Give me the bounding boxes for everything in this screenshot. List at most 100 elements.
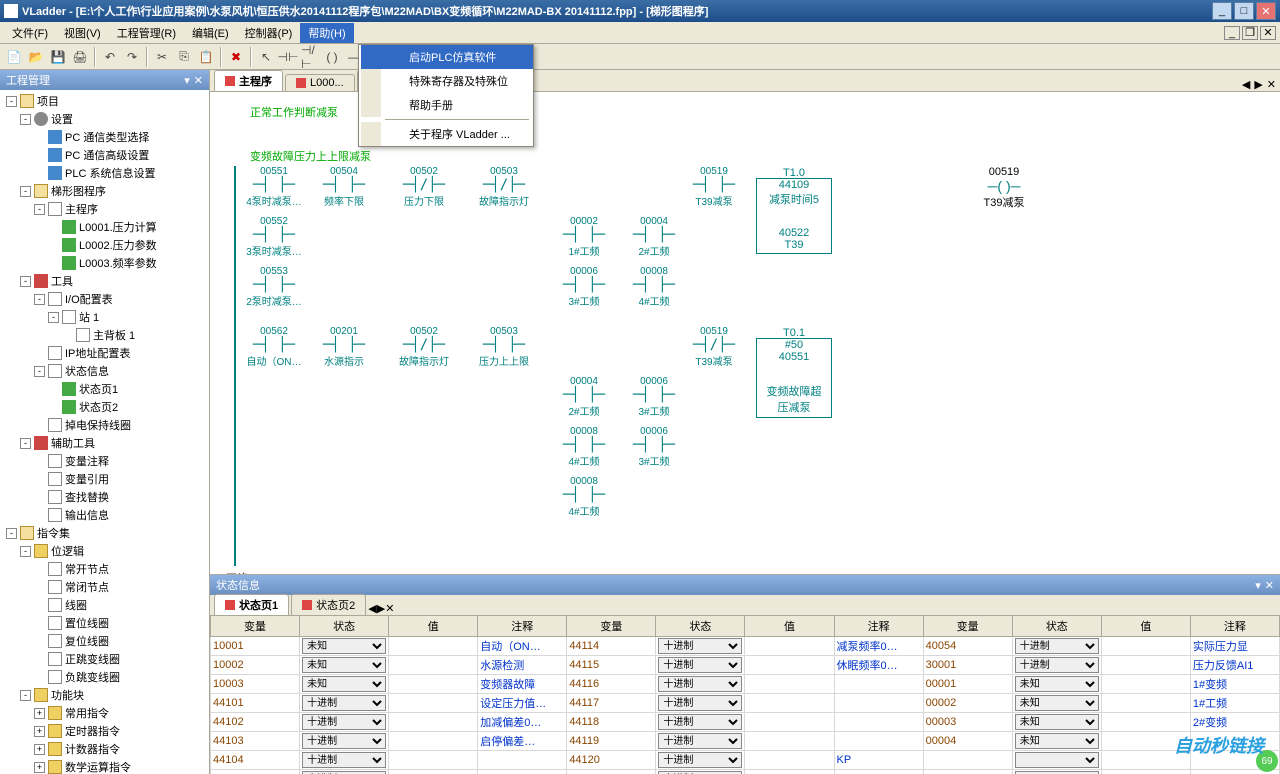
tree-toggle-icon[interactable]: + <box>34 726 45 737</box>
value-cell[interactable] <box>389 694 478 713</box>
tree-node[interactable]: -状态信息 <box>2 362 207 380</box>
ladder-coil[interactable]: 00519─( )─T39减泵 <box>976 166 1032 210</box>
value-cell[interactable] <box>745 713 834 732</box>
ladder-contact[interactable]: 00553─┤ ├─2泵时减泵… <box>246 266 302 308</box>
tree-node[interactable]: PC 通信类型选择 <box>2 128 207 146</box>
project-tree[interactable]: -项目-设置PC 通信类型选择PC 通信高级设置PLC 系统信息设置-梯形图程序… <box>0 90 209 774</box>
state-select[interactable]: 十进制 <box>658 695 742 711</box>
tree-node[interactable]: 常开节点 <box>2 560 207 578</box>
tree-node[interactable]: 复位线圈 <box>2 632 207 650</box>
state-select[interactable]: 十进制 <box>302 752 386 768</box>
value-cell[interactable] <box>745 656 834 675</box>
state-select[interactable]: 十进制 <box>658 733 742 749</box>
panel-close-icon[interactable]: ✕ <box>194 74 203 87</box>
tab-close-icon[interactable]: ✕ <box>385 603 394 615</box>
var-cell[interactable]: 44117 <box>567 694 656 713</box>
tab-l000[interactable]: L000... <box>285 74 355 91</box>
copy-icon[interactable]: ⎘ <box>174 47 194 67</box>
ladder-contact[interactable]: 00551─┤ ├─4泵时减泵… <box>246 166 302 208</box>
tree-node[interactable]: -设置 <box>2 110 207 128</box>
state-select[interactable]: 未知 <box>1015 714 1099 730</box>
contact-nc-icon[interactable]: ⊣/⊢ <box>300 47 320 67</box>
tree-node[interactable]: 常闭节点 <box>2 578 207 596</box>
tree-node[interactable]: L0001.压力计算 <box>2 218 207 236</box>
tree-toggle-icon[interactable]: - <box>6 96 17 107</box>
value-cell[interactable] <box>745 675 834 694</box>
value-cell[interactable] <box>389 656 478 675</box>
tree-node[interactable]: 状态页2 <box>2 398 207 416</box>
state-select[interactable]: 十进制 <box>1015 638 1099 654</box>
state-select[interactable]: 十进制 <box>658 676 742 692</box>
var-cell[interactable]: 44101 <box>211 694 300 713</box>
status-tab-2[interactable]: 状态页2 <box>291 594 366 615</box>
var-cell[interactable]: 00003 <box>923 713 1012 732</box>
tree-toggle-icon[interactable]: - <box>20 690 31 701</box>
tree-toggle-icon[interactable]: - <box>20 114 31 125</box>
var-cell[interactable]: 44116 <box>567 675 656 694</box>
tree-node[interactable]: -功能块 <box>2 686 207 704</box>
state-select[interactable]: 十进制 <box>658 657 742 673</box>
menu-special-reg[interactable]: 特殊寄存器及特殊位 <box>361 69 533 93</box>
var-cell[interactable]: 44119 <box>567 732 656 751</box>
mdi-restore-button[interactable]: ❐ <box>1242 26 1258 40</box>
ladder-contact[interactable]: 00562─┤ ├─自动（ON… <box>246 326 302 368</box>
state-select[interactable]: 未知 <box>1015 733 1099 749</box>
mdi-close-button[interactable]: ✕ <box>1260 26 1276 40</box>
state-select[interactable]: 未知 <box>1015 695 1099 711</box>
ladder-editor[interactable]: 正常工作判断减泵变频故障压力上上限减泵00551─┤ ├─4泵时减泵…00504… <box>210 92 1280 574</box>
state-select[interactable]: 十进制 <box>302 695 386 711</box>
var-cell[interactable] <box>923 751 1012 770</box>
tree-node[interactable]: +计数器指令 <box>2 740 207 758</box>
grid-header[interactable]: 状态 <box>1012 616 1101 637</box>
grid-header[interactable]: 值 <box>1101 616 1190 637</box>
status-grid[interactable]: 变量状态值注释变量状态值注释变量状态值注释10001未知自动（ON…44114十… <box>210 615 1280 774</box>
value-cell[interactable] <box>1101 732 1190 751</box>
tree-node[interactable]: L0002.压力参数 <box>2 236 207 254</box>
grid-header[interactable]: 注释 <box>478 616 567 637</box>
ladder-contact[interactable]: 00502─┤/├─故障指示灯 <box>396 326 452 368</box>
ladder-contact[interactable]: 00201─┤ ├─水源指示 <box>316 326 372 368</box>
var-cell[interactable]: 44120 <box>567 751 656 770</box>
value-cell[interactable] <box>1101 770 1190 774</box>
menu-edit[interactable]: 编辑(E) <box>184 23 237 43</box>
tree-toggle-icon[interactable]: - <box>20 186 31 197</box>
grid-row[interactable]: 44104十进制44120十进制KP <box>211 751 1280 770</box>
pin-icon[interactable]: ▾ <box>1255 579 1261 592</box>
close-button[interactable]: ✕ <box>1256 2 1276 20</box>
ladder-contact[interactable]: 00002─┤ ├─1#工频 <box>556 216 612 258</box>
tree-node[interactable]: 状态页1 <box>2 380 207 398</box>
value-cell[interactable] <box>745 637 834 656</box>
ladder-contact[interactable]: 00519─┤/├─T39减泵 <box>686 326 742 368</box>
var-cell[interactable] <box>923 770 1012 774</box>
tree-toggle-icon[interactable]: + <box>34 708 45 719</box>
menu-about[interactable]: 关于程序 VLadder ... <box>361 122 533 146</box>
value-cell[interactable] <box>1101 713 1190 732</box>
ladder-contact[interactable]: 00006─┤ ├─3#工频 <box>626 376 682 418</box>
tree-toggle-icon[interactable]: + <box>34 744 45 755</box>
ladder-block[interactable]: T0.1#5040551变频故障超压减泵 <box>756 338 832 418</box>
tab-next-icon[interactable]: ▶ <box>1254 78 1262 91</box>
tree-toggle-icon[interactable]: + <box>34 762 45 773</box>
ladder-contact[interactable]: 00519─┤ ├─T39减泵 <box>686 166 742 208</box>
panel-close-icon[interactable]: ✕ <box>1265 579 1274 592</box>
cursor-icon[interactable]: ↖ <box>256 47 276 67</box>
tree-node[interactable]: 线圈 <box>2 596 207 614</box>
tree-toggle-icon[interactable]: - <box>20 438 31 449</box>
tree-node[interactable]: -项目 <box>2 92 207 110</box>
ladder-contact[interactable]: 00008─┤ ├─4#工频 <box>556 426 612 468</box>
ladder-contact[interactable]: 00504─┤ ├─频率下限 <box>316 166 372 208</box>
var-cell[interactable]: 44102 <box>211 713 300 732</box>
value-cell[interactable] <box>1101 675 1190 694</box>
grid-row[interactable]: 44105十进制44121十进制 <box>211 770 1280 774</box>
pin-icon[interactable]: ▾ <box>184 74 190 87</box>
var-cell[interactable]: 30001 <box>923 656 1012 675</box>
value-cell[interactable] <box>389 637 478 656</box>
menu-help[interactable]: 帮助(H) <box>300 23 353 43</box>
grid-header[interactable]: 状态 <box>656 616 745 637</box>
tree-node[interactable]: 输出信息 <box>2 506 207 524</box>
tree-node[interactable]: +数学运算指令 <box>2 758 207 774</box>
state-select[interactable]: 十进制 <box>658 714 742 730</box>
value-cell[interactable] <box>745 751 834 770</box>
tab-next-icon[interactable]: ▶ <box>377 603 385 615</box>
state-select[interactable]: 未知 <box>302 638 386 654</box>
